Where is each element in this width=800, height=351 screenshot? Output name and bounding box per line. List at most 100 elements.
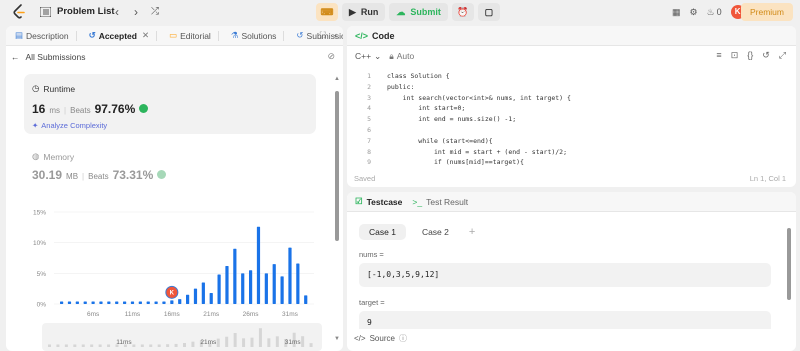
chart-bar[interactable] <box>304 295 308 304</box>
chart-minimap[interactable]: 11ms 21ms 31ms <box>42 323 322 351</box>
chart-bar[interactable] <box>296 263 300 304</box>
format-icon[interactable]: ≡ <box>716 50 721 61</box>
chart-bar[interactable] <box>225 265 229 304</box>
collapse-icon[interactable]: ‹ <box>334 30 337 41</box>
top-navbar: Problem List ‹ › ⤮ ⌨ ▶ Run ☁ Submit ⏰ ▢ … <box>0 0 800 24</box>
shuffle-icon[interactable]: ⤮ <box>148 5 162 19</box>
chart-bar[interactable] <box>115 301 119 304</box>
tab-testcase[interactable]: ☑ Testcase <box>355 196 402 207</box>
target-label: target = <box>359 298 385 307</box>
code-line[interactable]: 2 public: <box>355 82 785 93</box>
chart-bar[interactable] <box>99 301 103 304</box>
code-line[interactable]: 5 int end = nums.size() -1; <box>355 114 785 125</box>
runtime-card[interactable]: ◷ Runtime 16 ms | Beats 97.76% ✦ Analyze… <box>24 74 316 134</box>
chart-bar[interactable] <box>138 301 142 304</box>
tab-description[interactable]: ▤ Description <box>11 26 81 46</box>
timer-button[interactable]: ⏰ <box>451 3 474 21</box>
user-controls: ▦ ⚙ ♨ 0 K <box>672 4 745 20</box>
add-case-icon[interactable]: + <box>469 226 475 238</box>
saved-status: Saved <box>354 174 376 183</box>
flask-icon: ⚗ <box>230 30 239 40</box>
chart-bar[interactable] <box>123 301 127 304</box>
code-line[interactable]: 1 class Solution { <box>355 71 785 82</box>
submit-button[interactable]: ☁ Submit <box>389 3 448 21</box>
chart-bar[interactable] <box>233 248 237 304</box>
all-submissions-link[interactable]: ← All Submissions <box>11 52 86 62</box>
scroll-up-icon[interactable]: ▲ <box>334 76 340 82</box>
leetcode-logo-icon[interactable] <box>12 4 26 20</box>
chart-bar[interactable] <box>91 301 95 304</box>
language-select[interactable]: C++ ⌄ <box>355 51 381 62</box>
chart-bar[interactable] <box>249 270 253 304</box>
chart-bar[interactable] <box>217 274 221 304</box>
line-number: 8 <box>367 147 371 156</box>
chart-bar[interactable] <box>193 288 198 304</box>
code-editor[interactable]: 1 class Solution {2 public: 3 int search(ve… <box>355 71 785 168</box>
chart-bar[interactable] <box>60 301 64 304</box>
memory-stats[interactable]: ◍ Memory 30.19 MB | Beats 73.31% <box>32 151 167 182</box>
chart-bar[interactable] <box>130 301 135 304</box>
code-line[interactable]: 8 int mid = start + (end - start)/2; <box>355 147 785 158</box>
chart-bar[interactable] <box>256 226 261 304</box>
premium-button[interactable]: Premium <box>741 3 793 21</box>
close-icon[interactable]: ✕ <box>142 30 149 41</box>
reset-icon[interactable]: ↺ <box>762 50 770 61</box>
chart-bar[interactable] <box>178 299 182 304</box>
chart-bar[interactable] <box>241 273 245 304</box>
run-button[interactable]: ▶ Run <box>342 3 386 21</box>
code-line[interactable]: 7 while (start<=end){ <box>355 136 785 147</box>
chart-bar[interactable] <box>146 301 150 304</box>
runtime-distribution-chart[interactable]: 15% 10% 5% 0% 6ms 11ms 16ms 21ms 26ms 31ms K <box>24 204 329 324</box>
source-toggle[interactable]: </> Source ⓘ <box>354 329 789 347</box>
tab-accepted[interactable]: ↺ Accepted ✕ <box>85 26 162 46</box>
minimap-bar <box>98 344 102 347</box>
tab-editorial[interactable]: ▭ Editorial <box>165 26 223 46</box>
auto-mode[interactable]: 🔒︎ Auto <box>389 51 414 62</box>
line-number: 4 <box>367 104 371 113</box>
code-line[interactable]: 3 int search(vector<int>& nums, int targ… <box>355 93 785 104</box>
gear-icon[interactable]: ⚙ <box>690 7 698 18</box>
chart-bar[interactable] <box>107 301 111 304</box>
tab-solutions[interactable]: ⚗ Solutions <box>227 26 289 46</box>
bookmark-icon[interactable]: ⊡ <box>731 50 739 61</box>
code-line[interactable]: 6 <box>355 125 785 136</box>
streak-counter[interactable]: ♨ 0 <box>707 7 722 18</box>
chart-bar[interactable] <box>186 294 190 304</box>
chart-bar[interactable] <box>280 276 284 304</box>
scroll-down-icon[interactable]: ▼ <box>334 336 340 342</box>
expand-icon[interactable]: ⤢ <box>779 50 786 61</box>
chart-bar[interactable] <box>83 301 87 304</box>
chart-bar[interactable] <box>209 292 213 304</box>
nums-input[interactable]: [-1,0,3,5,9,12] <box>359 263 771 287</box>
chart-bar[interactable] <box>154 301 158 304</box>
notes-button[interactable]: ▢ <box>477 3 500 21</box>
tab-test-result[interactable]: >_ Test Result <box>412 197 468 207</box>
prev-problem-icon[interactable]: ‹ <box>110 5 124 19</box>
layout-icon[interactable]: ▦ <box>672 7 681 18</box>
chart-bar[interactable] <box>75 301 79 304</box>
code-line[interactable]: 9 if (nums[mid]==target){ <box>355 157 785 168</box>
chart-bar[interactable] <box>264 273 268 304</box>
code-line[interactable]: 4 int start=0; <box>355 103 785 114</box>
next-problem-icon[interactable]: › <box>129 5 143 19</box>
case-2-tab[interactable]: Case 2 <box>412 224 459 240</box>
share-link-icon[interactable]: ⊘ <box>327 51 335 62</box>
braces-icon[interactable]: {} <box>747 50 753 61</box>
problem-list-button[interactable]: Problem List <box>40 6 115 17</box>
chart-bar[interactable] <box>201 282 205 304</box>
chart-bar[interactable] <box>162 301 166 304</box>
clock-icon: ◷ <box>32 83 40 93</box>
analyze-complexity-link[interactable]: ✦ Analyze Complexity <box>32 121 107 130</box>
left-scrollbar[interactable] <box>335 91 339 241</box>
chart-bar[interactable] <box>170 300 174 304</box>
tab-label: Solutions <box>241 30 277 41</box>
chart-bar[interactable] <box>272 264 276 304</box>
minimap-bar <box>174 343 178 347</box>
debug-button[interactable]: ⌨ <box>316 3 338 21</box>
chart-bar[interactable] <box>67 301 72 304</box>
case-1-tab[interactable]: Case 1 <box>359 224 406 240</box>
maximize-icon[interactable]: ⛶ <box>320 30 326 41</box>
chart-bar[interactable] <box>288 247 292 304</box>
testcase-scrollbar[interactable] <box>787 228 791 300</box>
minimap-tick-label: 21ms <box>200 339 217 346</box>
